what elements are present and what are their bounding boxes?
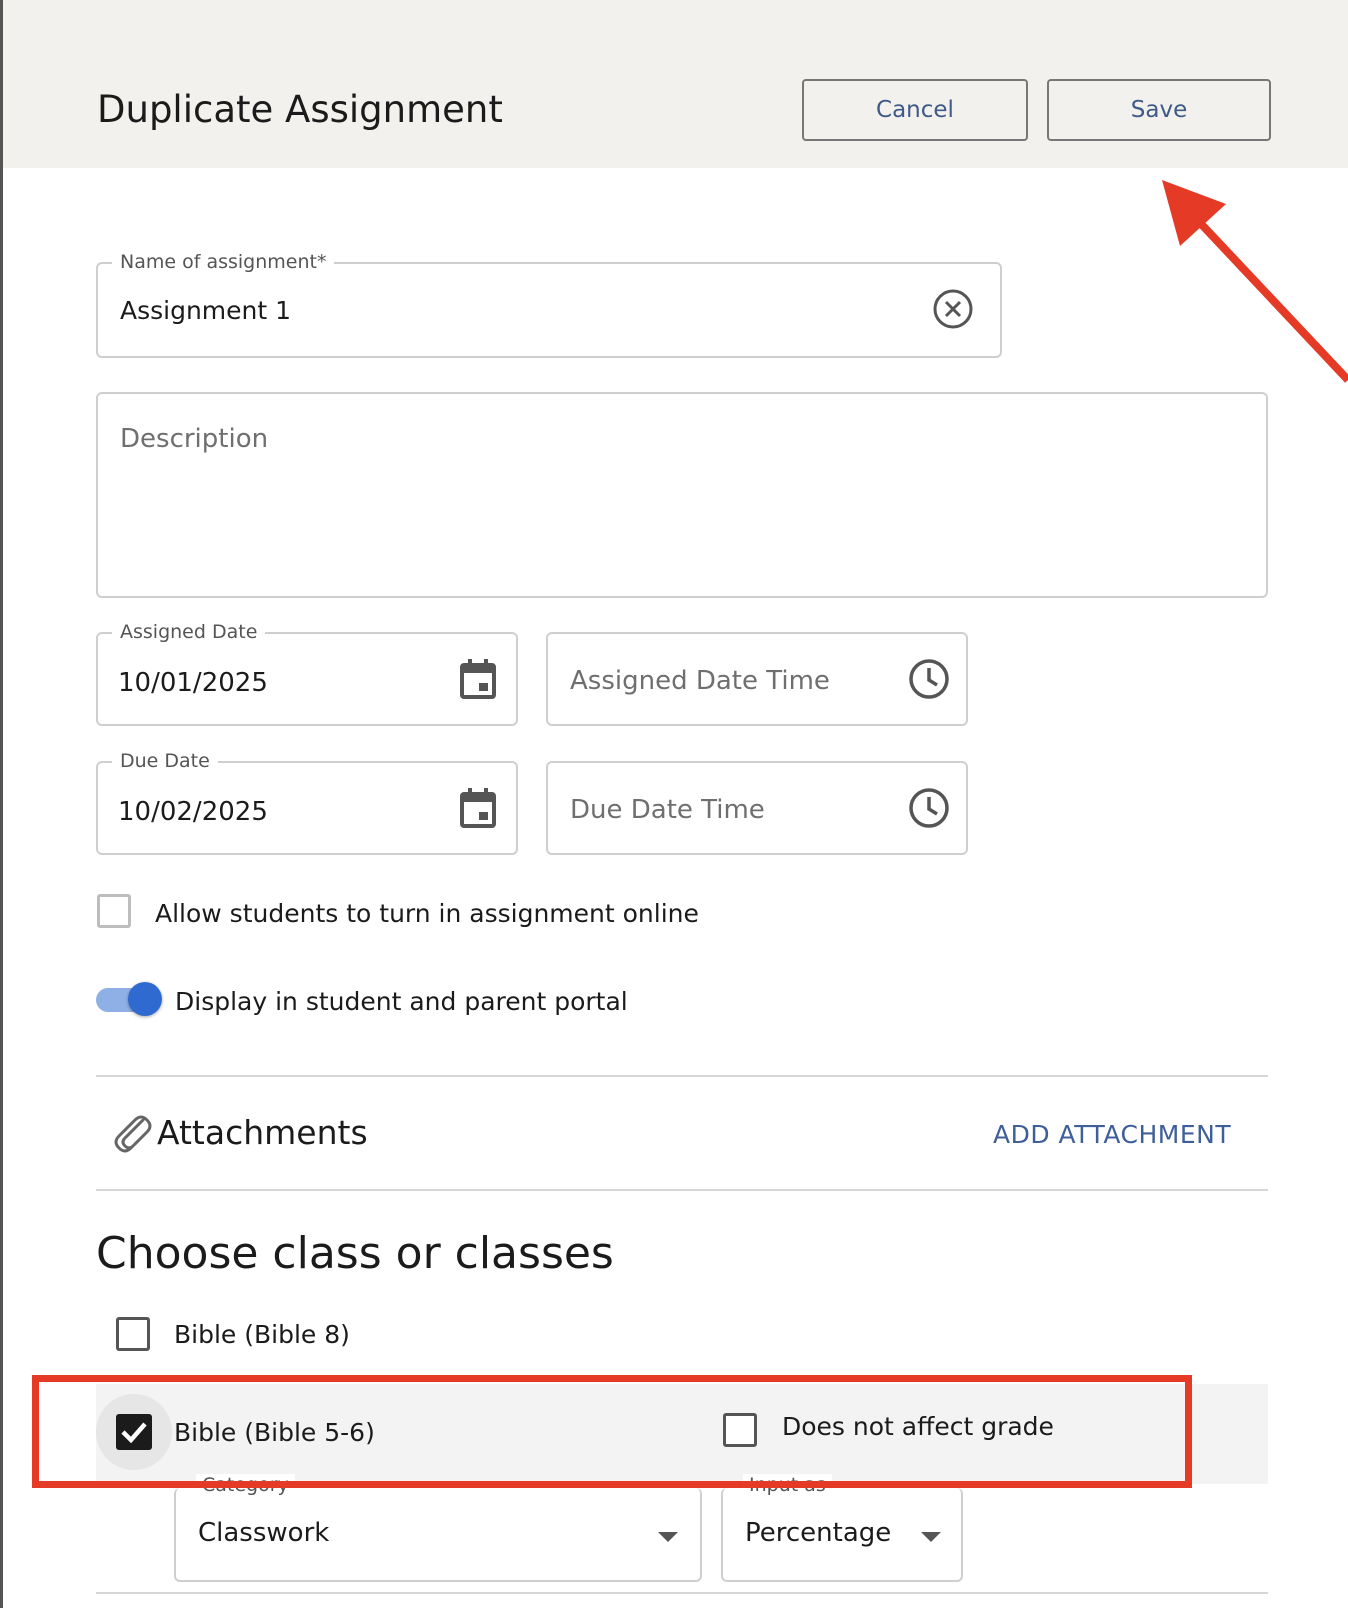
annotation-arrow — [1162, 180, 1348, 383]
